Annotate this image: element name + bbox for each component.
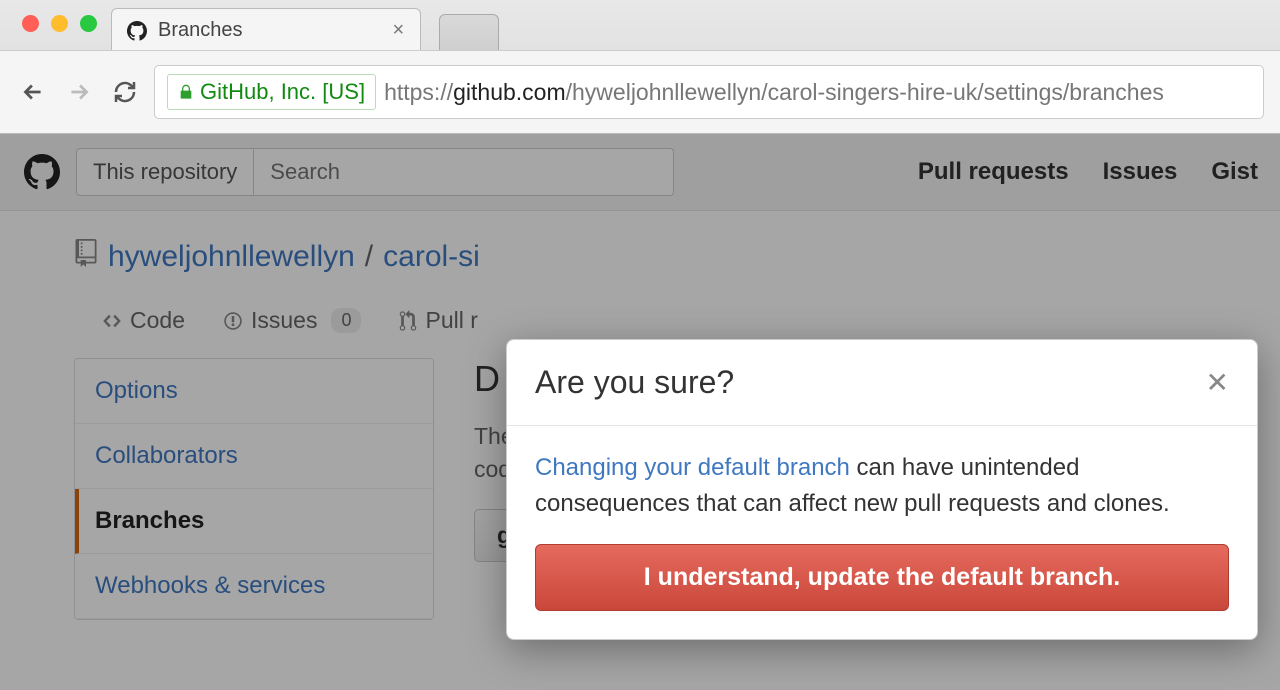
browser-toolbar: GitHub, Inc. [US] https://github.com/hyw… — [0, 50, 1280, 133]
confirm-update-button[interactable]: I understand, update the default branch. — [535, 544, 1229, 611]
ssl-badge[interactable]: GitHub, Inc. [US] — [167, 74, 376, 110]
close-icon[interactable]: ✕ — [1206, 366, 1229, 399]
reload-button[interactable] — [108, 75, 142, 109]
minimize-window-icon[interactable] — [51, 15, 68, 32]
browser-tabbar: Branches × — [0, 0, 1280, 50]
url-bar[interactable]: GitHub, Inc. [US] https://github.com/hyw… — [154, 65, 1264, 119]
close-window-icon[interactable] — [22, 15, 39, 32]
github-favicon — [126, 20, 148, 42]
window-controls — [10, 15, 111, 32]
close-tab-icon[interactable]: × — [393, 19, 405, 42]
tab-title: Branches — [158, 19, 243, 42]
back-button[interactable] — [16, 75, 50, 109]
browser-tab-active[interactable]: Branches × — [111, 8, 421, 50]
confirm-modal: Are you sure? ✕ Changing your default br… — [506, 339, 1258, 640]
forward-button[interactable] — [62, 75, 96, 109]
browser-tab-inactive[interactable] — [439, 14, 499, 50]
modal-help-link[interactable]: Changing your default branch — [535, 454, 850, 481]
url-text: https://github.com/hyweljohnllewellyn/ca… — [384, 79, 1164, 106]
browser-chrome: Branches × GitHub, Inc. [US] https://git… — [0, 0, 1280, 134]
maximize-window-icon[interactable] — [80, 15, 97, 32]
modal-title: Are you sure? — [535, 364, 734, 401]
modal-body-text: Changing your default branch can have un… — [535, 450, 1229, 522]
ssl-cert-name: GitHub, Inc. [US] — [200, 79, 365, 105]
